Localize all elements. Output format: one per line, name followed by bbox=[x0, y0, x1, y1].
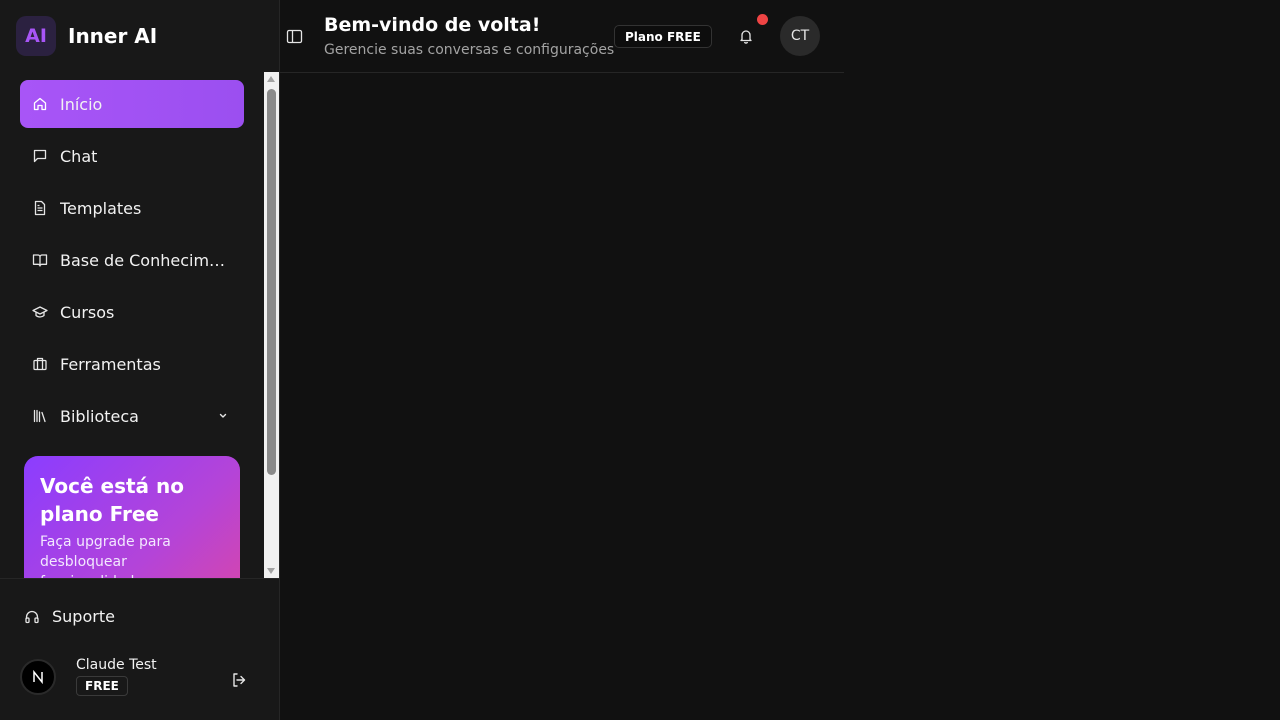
chat-bubble-icon bbox=[32, 148, 48, 164]
sidebar-item-label: Cursos bbox=[60, 302, 115, 322]
sidebar-item-chat[interactable]: Chat bbox=[20, 132, 244, 180]
next-logo-icon bbox=[33, 669, 43, 684]
sidebar-footer: Suporte Claude Test FREE bbox=[0, 578, 279, 720]
sidebar-nav: Início Chat Templates Base de Conhecimen… bbox=[0, 72, 279, 578]
sidebar-item-label: Biblioteca bbox=[60, 406, 139, 426]
page-header: Bem-vindo de volta! Gerencie suas conver… bbox=[280, 0, 844, 73]
promo-text: Faça upgrade para desbloquear funcionali… bbox=[40, 534, 171, 578]
sidebar-item-base-conhecimento[interactable]: Base de Conhecimento bbox=[20, 236, 244, 284]
brand-name: Inner AI bbox=[68, 24, 158, 48]
user-plan-badge: FREE bbox=[76, 676, 128, 696]
book-icon bbox=[32, 252, 48, 268]
sidebar-item-label: Templates bbox=[60, 198, 142, 218]
upgrade-promo-card[interactable]: Você está no plano Free Faça upgrade par… bbox=[24, 456, 240, 578]
sidebar-item-templates[interactable]: Templates bbox=[20, 184, 244, 232]
plan-badge[interactable]: Plano FREE bbox=[614, 25, 712, 48]
avatar bbox=[20, 658, 56, 695]
page-subtitle: Gerencie suas conversas e configurações bbox=[324, 42, 615, 58]
graduation-cap-icon bbox=[32, 304, 48, 320]
user-avatar-button[interactable]: CT bbox=[780, 16, 820, 56]
document-icon bbox=[32, 200, 48, 216]
page-title: Bem-vindo de volta! bbox=[324, 14, 541, 36]
scroll-up-arrow-icon[interactable] bbox=[267, 76, 275, 82]
brand-logo: AI bbox=[16, 16, 56, 56]
scroll-down-arrow-icon[interactable] bbox=[267, 568, 275, 574]
scrollbar-thumb[interactable] bbox=[267, 89, 276, 475]
sidebar-scrollbar[interactable] bbox=[264, 72, 279, 578]
notification-dot bbox=[757, 14, 768, 25]
promo-title: Você está no plano Free bbox=[40, 474, 184, 526]
sidebar-item-biblioteca[interactable]: Biblioteca bbox=[20, 392, 244, 440]
support-label: Suporte bbox=[52, 607, 115, 626]
headset-icon bbox=[25, 610, 39, 623]
home-icon bbox=[32, 96, 48, 112]
sidebar-toggle-icon[interactable] bbox=[286, 28, 303, 45]
sidebar: AI Inner AI Início Chat Templates Base d… bbox=[0, 0, 280, 720]
bell-icon[interactable] bbox=[738, 28, 754, 44]
sidebar-item-ferramentas[interactable]: Ferramentas bbox=[20, 340, 244, 388]
sidebar-item-inicio[interactable]: Início bbox=[20, 80, 244, 128]
library-icon bbox=[32, 408, 48, 424]
sidebar-item-label: Chat bbox=[60, 146, 98, 166]
chevron-down-icon[interactable] bbox=[216, 409, 230, 423]
sidebar-item-label: Ferramentas bbox=[60, 354, 161, 374]
sidebar-item-label: Início bbox=[60, 94, 103, 114]
logout-icon[interactable] bbox=[230, 671, 248, 689]
user-info: Claude Test FREE bbox=[76, 657, 157, 696]
user-profile[interactable]: Claude Test FREE bbox=[20, 657, 157, 696]
toolbox-icon bbox=[32, 356, 48, 372]
support-link[interactable]: Suporte bbox=[24, 607, 115, 626]
user-name: Claude Test bbox=[76, 657, 157, 673]
sidebar-item-label: Base de Conhecimento bbox=[60, 250, 230, 270]
sidebar-item-cursos[interactable]: Cursos bbox=[20, 288, 244, 336]
brand[interactable]: AI Inner AI bbox=[16, 16, 157, 56]
